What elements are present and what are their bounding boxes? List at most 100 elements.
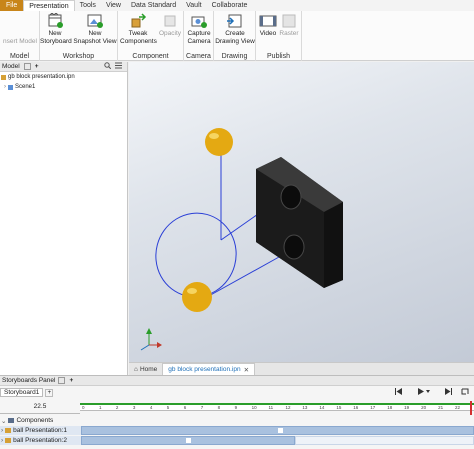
- browser-close-icon[interactable]: [23, 63, 31, 70]
- ruler-tick-label: 11: [268, 405, 274, 410]
- storyboard-panel-title: Storyboards Panel: [2, 377, 56, 384]
- document-tabs: ⌂ Home gb block presentation.ipn ✕: [129, 362, 474, 375]
- ruler-tick-label: 14: [319, 405, 325, 410]
- tree-root[interactable]: gb block presentation.ipn: [1, 74, 75, 80]
- insert-model-button[interactable]: nsert Model: [0, 13, 40, 46]
- ruler-tick-label: 20: [421, 405, 427, 410]
- camera-icon: [190, 13, 208, 29]
- playhead[interactable]: [470, 401, 472, 415]
- menu-view[interactable]: View: [101, 0, 126, 11]
- timeline-range: [80, 403, 474, 405]
- panel-add-button[interactable]: +: [67, 377, 75, 384]
- tweak-components-button[interactable]: Tweak Components: [120, 13, 157, 45]
- graphics-viewport[interactable]: [129, 62, 474, 362]
- create-drawing-view-button[interactable]: Create Drawing View: [214, 13, 256, 45]
- group-drawing-label: Drawing: [221, 53, 248, 60]
- ball-2[interactable]: [182, 282, 212, 312]
- new-storyboard-label-2: Storyboard: [40, 37, 72, 45]
- new-storyboard-button[interactable]: New Storyboard: [40, 12, 72, 45]
- capture-camera-button[interactable]: Capture Camera: [184, 13, 214, 45]
- current-time-field[interactable]: 22.5: [0, 403, 80, 413]
- browser-add-button[interactable]: +: [33, 63, 41, 70]
- menu-presentation[interactable]: Presentation: [23, 0, 75, 12]
- new-snapshot-label-1: New: [88, 30, 102, 37]
- ruler-tick-label: 2: [115, 405, 119, 410]
- ball-1[interactable]: [205, 128, 233, 156]
- row-components-label: Components: [16, 417, 54, 424]
- opacity-icon: [161, 13, 179, 29]
- tweak-marker-icon[interactable]: [277, 428, 283, 433]
- group-camera: Capture Camera Camera: [184, 11, 214, 61]
- ruler-tick-label: 9: [234, 405, 238, 410]
- storyboard-tabbar: Storyboard1 +: [0, 387, 474, 398]
- model-browser: Model + gb block presentation.ipn › Scen…: [0, 62, 128, 375]
- new-snapshot-label-2: Snapshot View: [73, 37, 117, 45]
- ruler-tick-label: 8: [217, 405, 221, 410]
- expand-arrow-icon[interactable]: ›: [1, 427, 3, 434]
- storyboard-tab[interactable]: Storyboard1: [0, 388, 44, 397]
- tweak-icon: [129, 13, 147, 29]
- expand-arrow-icon[interactable]: ›: [4, 84, 6, 90]
- ruler-tick-label: 3: [132, 405, 136, 410]
- tweak-marker-icon[interactable]: [185, 438, 191, 443]
- menu-data-standard[interactable]: Data Standard: [126, 0, 181, 11]
- row-components[interactable]: ⌄ Components: [0, 416, 474, 425]
- menu-file[interactable]: File: [0, 0, 24, 11]
- tree-scene[interactable]: › Scene1: [4, 84, 35, 90]
- video-button[interactable]: Video: [258, 13, 278, 38]
- raster-button[interactable]: Raster: [278, 13, 300, 38]
- group-publish: Video Raster Publish: [256, 11, 302, 61]
- presentation-file-icon: [1, 74, 6, 80]
- loop-icon[interactable]: [460, 388, 470, 397]
- browser-search-icon[interactable]: [102, 62, 113, 71]
- go-start-icon[interactable]: [395, 388, 402, 397]
- tab-presentation[interactable]: gb block presentation.ipn ✕: [162, 363, 256, 375]
- ruler-tick-label: 21: [438, 405, 444, 410]
- scene-canvas: [140, 128, 343, 351]
- group-drawing: Create Drawing View Drawing: [214, 11, 256, 61]
- component-icon: [5, 438, 12, 443]
- view-triad-icon: [140, 328, 162, 351]
- action-bar-ball-2[interactable]: [81, 436, 295, 445]
- divider: [0, 413, 80, 414]
- timeline-empty-track[interactable]: [295, 436, 474, 445]
- timeline-ruler[interactable]: 0 1 2 3 4 5 6 7 8 9 10 11 12 13 14 15 16 17 18 19 20 21 22: [80, 401, 474, 415]
- tab-home[interactable]: ⌂ Home: [129, 363, 162, 375]
- collapse-arrow-icon[interactable]: ⌄: [1, 417, 6, 425]
- tweak-label-2: Components: [120, 37, 157, 45]
- play-icon[interactable]: [418, 388, 430, 397]
- capture-camera-label-1: Capture: [187, 30, 211, 37]
- create-drawing-label-2: Drawing View: [215, 37, 255, 45]
- ruler-tick-label: 16: [353, 405, 359, 410]
- block-part[interactable]: [256, 157, 343, 288]
- action-bar-ball-1[interactable]: [81, 426, 474, 435]
- tab-presentation-label: gb block presentation.ipn: [168, 366, 241, 373]
- browser-header: Model +: [0, 62, 127, 72]
- browser-menu-icon[interactable]: [113, 62, 124, 71]
- browser-tab[interactable]: Model: [0, 63, 22, 70]
- storyboard-panel-header: Storyboards Panel +: [0, 376, 474, 386]
- menu-tools[interactable]: Tools: [75, 0, 101, 11]
- new-snapshot-view-button[interactable]: New Snapshot View: [72, 13, 118, 45]
- raster-icon: [280, 13, 298, 29]
- group-camera-label: Camera: [186, 53, 211, 60]
- row-ball-2-label: ball Presentation:2: [13, 437, 68, 444]
- panel-close-icon[interactable]: [58, 377, 66, 384]
- tweak-label-1: Tweak: [128, 30, 148, 37]
- row-ball-1-label: ball Presentation:1: [13, 427, 68, 434]
- go-end-icon[interactable]: [445, 388, 452, 397]
- home-icon: ⌂: [134, 365, 138, 373]
- expand-arrow-icon[interactable]: ›: [1, 437, 3, 444]
- menu-collaborate[interactable]: Collaborate: [207, 0, 253, 11]
- menu-vault[interactable]: Vault: [181, 0, 206, 11]
- ruler-tick-label: 4: [149, 405, 153, 410]
- ruler-tick-label: 1: [98, 405, 102, 410]
- group-workshop: New Storyboard New Snapshot View Worksho…: [40, 11, 118, 61]
- snapshot-icon: [86, 13, 104, 29]
- add-storyboard-button[interactable]: +: [45, 388, 54, 397]
- ruler-tick-label: 7: [200, 405, 204, 410]
- close-tab-icon[interactable]: ✕: [244, 366, 249, 374]
- opacity-button[interactable]: Opacity: [156, 13, 184, 38]
- group-publish-label: Publish: [267, 53, 290, 60]
- ruler-tick-label: 13: [302, 405, 308, 410]
